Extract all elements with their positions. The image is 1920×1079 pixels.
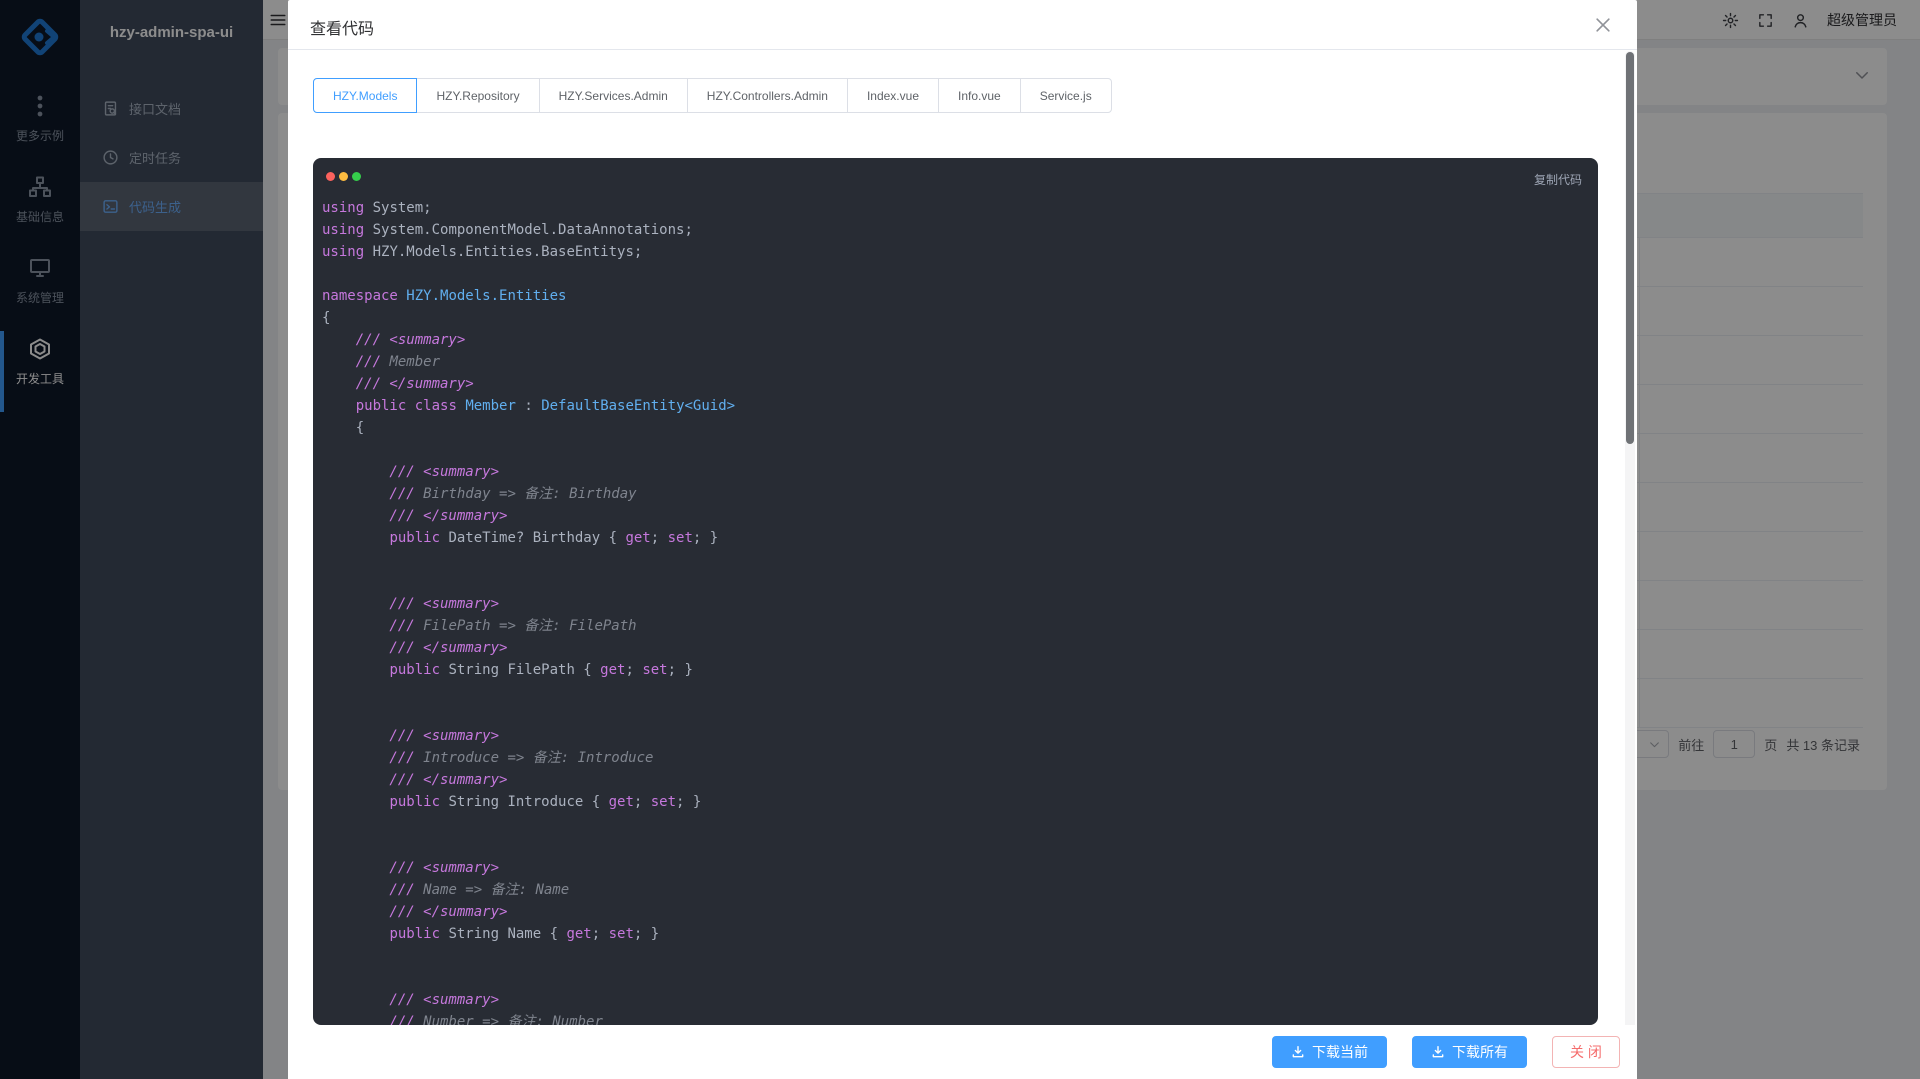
code-block: using System;using System.ComponentModel… (313, 197, 1598, 1025)
tab-hzy-repository[interactable]: HZY.Repository (416, 78, 539, 113)
dialog-footer: 下载当前 下载所有 关 闭 (288, 1025, 1637, 1079)
code-line: /// <summary> (322, 725, 1589, 747)
code-line: /// Introduce => 备注: Introduce (322, 747, 1589, 769)
code-line: public DateTime? Birthday { get; set; } (322, 527, 1589, 549)
code-line (322, 835, 1589, 857)
download-current-button[interactable]: 下载当前 (1272, 1036, 1387, 1068)
code-line (322, 681, 1589, 703)
code-line: /// </summary> (322, 373, 1589, 395)
modal-scrollbar[interactable] (1625, 51, 1635, 1079)
tab-hzy-controllers-admin[interactable]: HZY.Controllers.Admin (687, 78, 848, 113)
code-line: { (322, 417, 1589, 439)
tab-hzy-services-admin[interactable]: HZY.Services.Admin (539, 78, 688, 113)
code-line: /// <summary> (322, 593, 1589, 615)
code-line (322, 263, 1589, 285)
code-line: using HZY.Models.Entities.BaseEntitys; (322, 241, 1589, 263)
download-all-label: 下载所有 (1452, 1042, 1508, 1062)
code-line: /// <summary> (322, 857, 1589, 879)
code-line: /// Name => 备注: Name (322, 879, 1589, 901)
tab-info-vue[interactable]: Info.vue (938, 78, 1021, 113)
download-all-button[interactable]: 下载所有 (1412, 1036, 1527, 1068)
code-line: { (322, 307, 1589, 329)
code-line: /// <summary> (322, 329, 1589, 351)
code-line (322, 967, 1589, 989)
code-line (322, 439, 1589, 461)
download-icon (1291, 1045, 1305, 1059)
code-line: /// </summary> (322, 901, 1589, 923)
close-icon[interactable] (1593, 15, 1613, 35)
window-dots (326, 172, 361, 181)
code-line: /// <summary> (322, 989, 1589, 1011)
window-dot (339, 172, 348, 181)
code-line: public String FilePath { get; set; } (322, 659, 1589, 681)
window-dot (326, 172, 335, 181)
code-line: public class Member : DefaultBaseEntity<… (322, 395, 1589, 417)
code-line: /// </summary> (322, 769, 1589, 791)
dialog-header: 查看代码 (288, 0, 1637, 50)
code-line: /// Number => 备注: Number (322, 1011, 1589, 1025)
code-window: 复制代码 using System;using System.Component… (313, 158, 1598, 1025)
code-line: /// Member (322, 351, 1589, 373)
code-line: using System; (322, 197, 1589, 219)
dialog-title: 查看代码 (310, 15, 374, 39)
close-button[interactable]: 关 闭 (1552, 1036, 1620, 1068)
code-line: /// </summary> (322, 505, 1589, 527)
code-line (322, 549, 1589, 571)
tab-index-vue[interactable]: Index.vue (847, 78, 939, 113)
code-line: /// Birthday => 备注: Birthday (322, 483, 1589, 505)
download-icon (1431, 1045, 1445, 1059)
code-line: /// <summary> (322, 461, 1589, 483)
download-current-label: 下载当前 (1312, 1042, 1368, 1062)
scrollbar-thumb[interactable] (1626, 52, 1634, 444)
code-line (322, 813, 1589, 835)
window-dot (352, 172, 361, 181)
copy-code-button[interactable]: 复制代码 (1534, 171, 1582, 188)
tab-service-js[interactable]: Service.js (1020, 78, 1112, 113)
tab-hzy-models[interactable]: HZY.Models (313, 78, 417, 113)
code-line (322, 703, 1589, 725)
code-line: using System.ComponentModel.DataAnnotati… (322, 219, 1589, 241)
code-line (322, 945, 1589, 967)
code-file-tabs: HZY.ModelsHZY.RepositoryHZY.Services.Adm… (313, 78, 1637, 113)
code-line: /// </summary> (322, 637, 1589, 659)
view-code-dialog: 查看代码 HZY.ModelsHZY.RepositoryHZY.Service… (288, 0, 1637, 1079)
code-line: public String Name { get; set; } (322, 923, 1589, 945)
code-line (322, 571, 1589, 593)
code-line: /// FilePath => 备注: FilePath (322, 615, 1589, 637)
code-line: namespace HZY.Models.Entities (322, 285, 1589, 307)
code-line: public String Introduce { get; set; } (322, 791, 1589, 813)
